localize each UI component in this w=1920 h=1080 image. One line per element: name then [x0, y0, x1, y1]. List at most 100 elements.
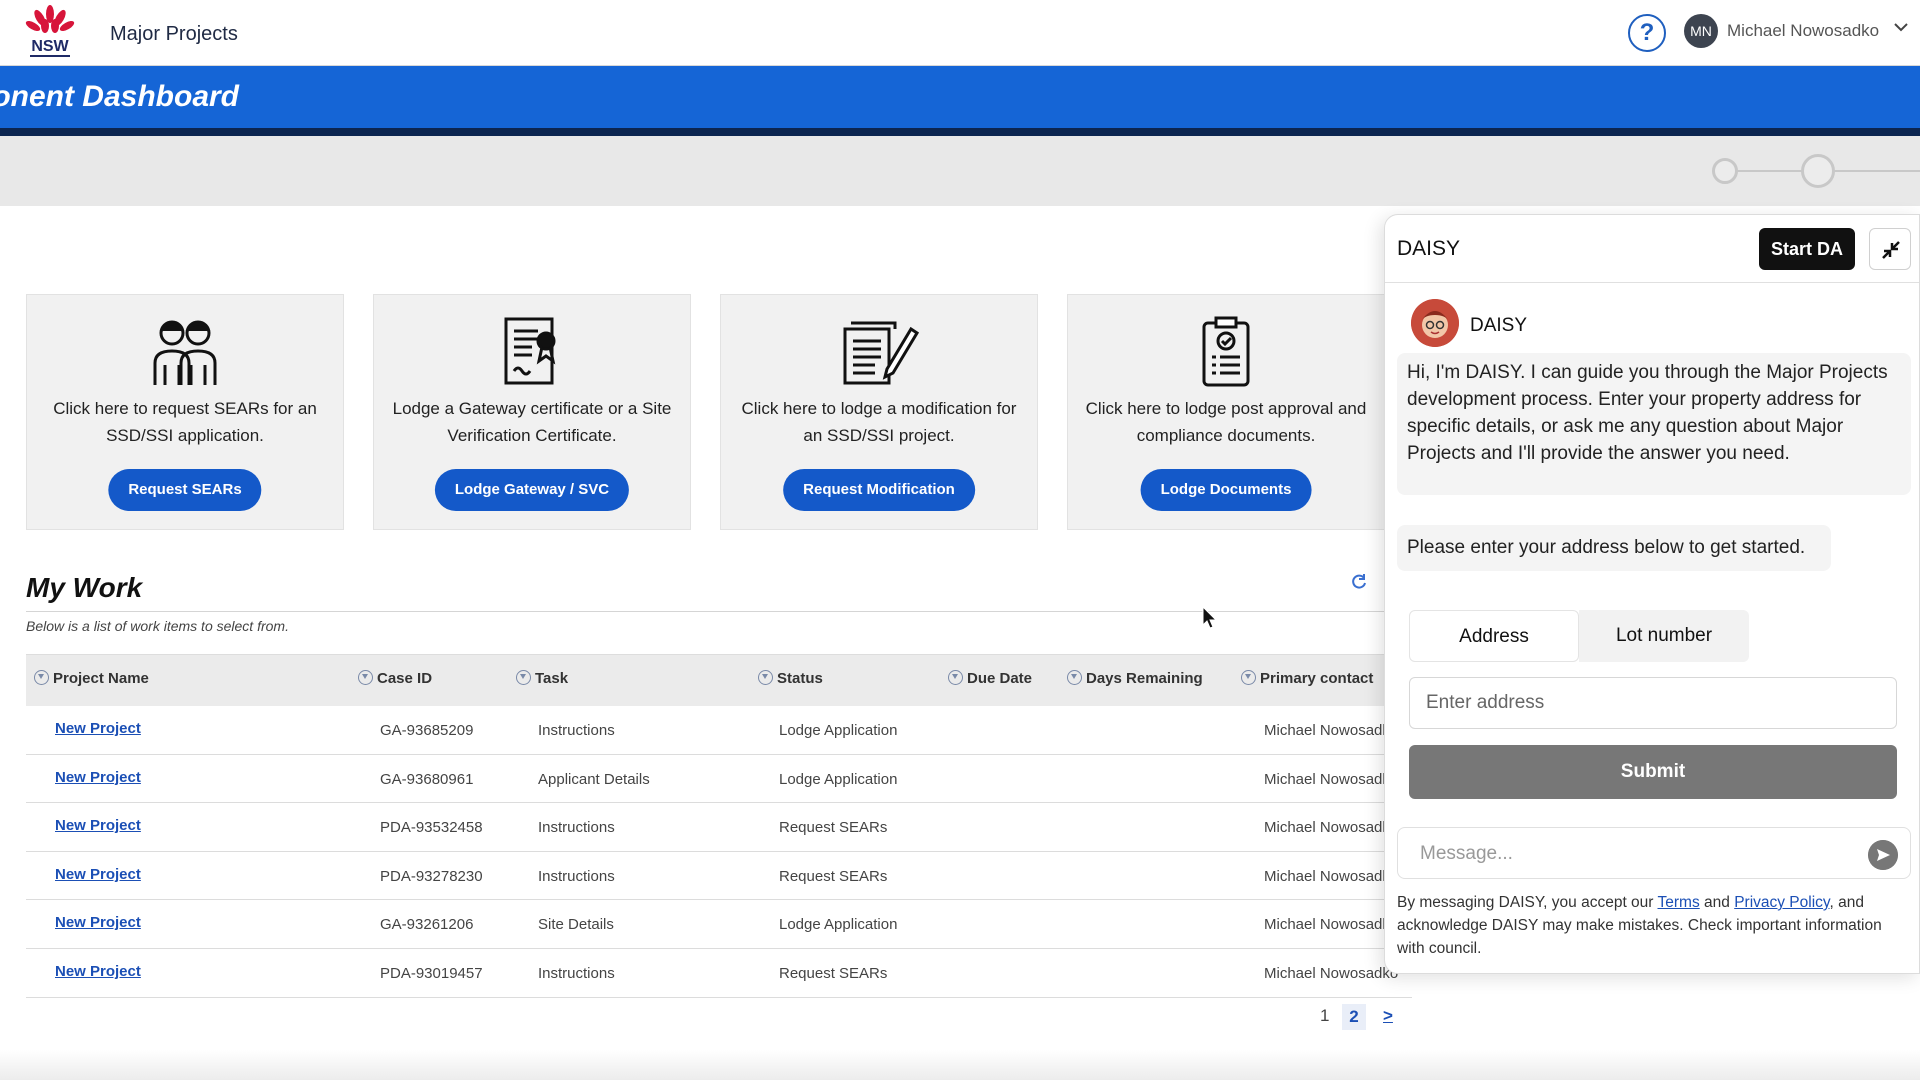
lodge-documents-card: Click here to lodge post approval and co…: [1067, 294, 1385, 530]
case-id-cell: GA-93680961: [380, 770, 474, 788]
project-link[interactable]: New Project: [55, 963, 141, 980]
contact-cell: Michael Nowosadko: [1264, 770, 1399, 788]
collapse-button[interactable]: [1869, 228, 1911, 270]
project-link[interactable]: New Project: [55, 720, 141, 737]
title-band-divider: [0, 128, 1920, 136]
disclaimer-text: By messaging DAISY, you accept our Terms…: [1397, 894, 1882, 957]
terms-link[interactable]: Terms: [1658, 894, 1700, 911]
card-description: Click here to request SEARs for an SSD/S…: [53, 399, 317, 445]
table-row[interactable]: New Project PDA-93278230 Instructions Re…: [26, 851, 1412, 901]
task-cell: Site Details: [538, 916, 614, 934]
card-description: Click here to lodge post approval and co…: [1085, 399, 1367, 445]
privacy-policy-link[interactable]: Privacy Policy: [1734, 894, 1829, 911]
filter-icon[interactable]: [34, 670, 49, 685]
case-id-cell: GA-93685209: [380, 722, 474, 739]
project-link[interactable]: New Project: [55, 769, 141, 786]
mouse-cursor-icon: [1202, 606, 1218, 629]
column-header-status[interactable]: Status: [758, 670, 823, 687]
table-row[interactable]: New Project GA-93261206 Site Details Lod…: [26, 900, 1412, 949]
clipboard-check-icon: [1202, 316, 1250, 387]
user-name[interactable]: Michael Nowosadko: [1727, 21, 1879, 41]
page-title: ponent Dashboard: [0, 80, 240, 113]
card-description: Lodge a Gateway certificate or a Site Ve…: [392, 399, 672, 445]
divider: [26, 611, 1384, 612]
table-row[interactable]: New Project GA-93685209 Instructions Lod…: [26, 706, 1412, 755]
request-modification-button[interactable]: Request Modification: [783, 469, 975, 511]
address-tabs: Address Lot number: [1409, 610, 1911, 662]
table-row[interactable]: New Project PDA-93532458 Instructions Re…: [26, 803, 1412, 852]
table-row[interactable]: New Project GA-93680961 Applicant Detail…: [26, 754, 1412, 804]
filter-icon[interactable]: [948, 670, 963, 685]
project-link[interactable]: New Project: [55, 866, 141, 883]
my-work-title: My Work: [26, 572, 143, 603]
daisy-avatar: [1411, 299, 1459, 347]
case-id-cell: GA-93261206: [380, 916, 474, 934]
column-header-primary-contact[interactable]: Primary contact: [1241, 670, 1373, 687]
document-edit-icon: [843, 321, 919, 385]
filter-icon[interactable]: [758, 670, 773, 685]
task-cell: Instructions: [538, 867, 615, 885]
project-link[interactable]: New Project: [55, 914, 141, 931]
address-input[interactable]: [1409, 677, 1897, 729]
card-description: Click here to lodge a modification for a…: [741, 399, 1017, 445]
request-sears-button[interactable]: Request SEARs: [108, 469, 262, 511]
page-1-link[interactable]: 1: [1320, 1006, 1329, 1026]
submit-button[interactable]: Submit: [1409, 745, 1897, 799]
contact-cell: Michael Nowosadko: [1264, 916, 1399, 934]
status-cell: Lodge Application: [779, 916, 898, 934]
refresh-icon[interactable]: [1349, 572, 1369, 592]
chevron-down-icon[interactable]: [1892, 18, 1910, 36]
task-cell: Applicant Details: [538, 770, 650, 788]
contact-cell: Michael Nowosadko: [1264, 867, 1399, 885]
logo-text: NSW: [31, 38, 69, 55]
column-header-case-id[interactable]: Case ID: [358, 670, 432, 687]
task-cell: Instructions: [538, 819, 615, 837]
case-id-cell: PDA-93532458: [380, 819, 483, 837]
task-cell: Instructions: [538, 964, 615, 982]
column-header-days-remaining[interactable]: Days Remaining: [1067, 670, 1203, 687]
message-input[interactable]: [1408, 836, 1848, 872]
column-header-project-name[interactable]: Project Name: [34, 670, 149, 687]
contact-cell: Michael Nowosadko: [1264, 722, 1399, 739]
column-header-due-date[interactable]: Due Date: [948, 670, 1032, 687]
filter-icon[interactable]: [1067, 670, 1082, 685]
lodge-gateway-svc-button[interactable]: Lodge Gateway / SVC: [434, 469, 630, 511]
nsw-logo[interactable]: NSW: [24, 4, 76, 62]
daisy-chat-panel: DAISY Start DA DAISY Hi, I'm DAISY. I ca…: [1384, 214, 1920, 974]
my-work-subtitle: Below is a list of work items to select …: [26, 618, 289, 634]
status-cell: Lodge Application: [779, 770, 898, 788]
stepper-dot: [1801, 154, 1835, 188]
request-modification-card: Click here to lodge a modification for a…: [720, 294, 1038, 530]
bot-name: DAISY: [1470, 315, 1528, 336]
page-2-link[interactable]: 2: [1342, 1004, 1366, 1030]
filter-icon[interactable]: [516, 670, 531, 685]
table-header: Project Name Case ID Task Status Due Dat…: [26, 654, 1412, 706]
filter-icon[interactable]: [358, 670, 373, 685]
status-cell: Request SEARs: [779, 867, 888, 885]
question-circle-icon[interactable]: ?: [1628, 14, 1666, 52]
lodge-documents-button[interactable]: Lodge Documents: [1140, 469, 1312, 511]
case-id-cell: PDA-93278230: [380, 867, 483, 885]
certificate-document-icon: [504, 317, 556, 385]
task-cell: Instructions: [538, 722, 615, 739]
column-header-task[interactable]: Task: [516, 670, 568, 687]
daisy-header: DAISY Start DA: [1385, 215, 1919, 283]
project-link[interactable]: New Project: [55, 817, 141, 834]
stepper-band: [0, 136, 1920, 206]
bottom-shadow: [0, 1050, 1920, 1080]
start-da-button[interactable]: Start DA: [1759, 228, 1855, 270]
status-cell: Request SEARs: [779, 964, 888, 982]
minimize-arrows-icon: [1882, 241, 1900, 259]
message-composer: [1397, 827, 1911, 879]
stepper-dot: [1712, 158, 1738, 184]
case-id-cell: PDA-93019457: [380, 964, 483, 982]
table-row[interactable]: New Project PDA-93019457 Instructions Re…: [26, 948, 1412, 998]
next-page-link[interactable]: >: [1383, 1006, 1393, 1026]
tab-address[interactable]: Address: [1409, 610, 1579, 662]
daisy-title: DAISY: [1397, 237, 1461, 260]
user-avatar[interactable]: MN: [1684, 14, 1718, 48]
send-icon[interactable]: [1868, 840, 1898, 870]
app-title[interactable]: Major Projects: [110, 23, 238, 46]
tab-lot-number[interactable]: Lot number: [1579, 610, 1749, 662]
filter-icon[interactable]: [1241, 670, 1256, 685]
